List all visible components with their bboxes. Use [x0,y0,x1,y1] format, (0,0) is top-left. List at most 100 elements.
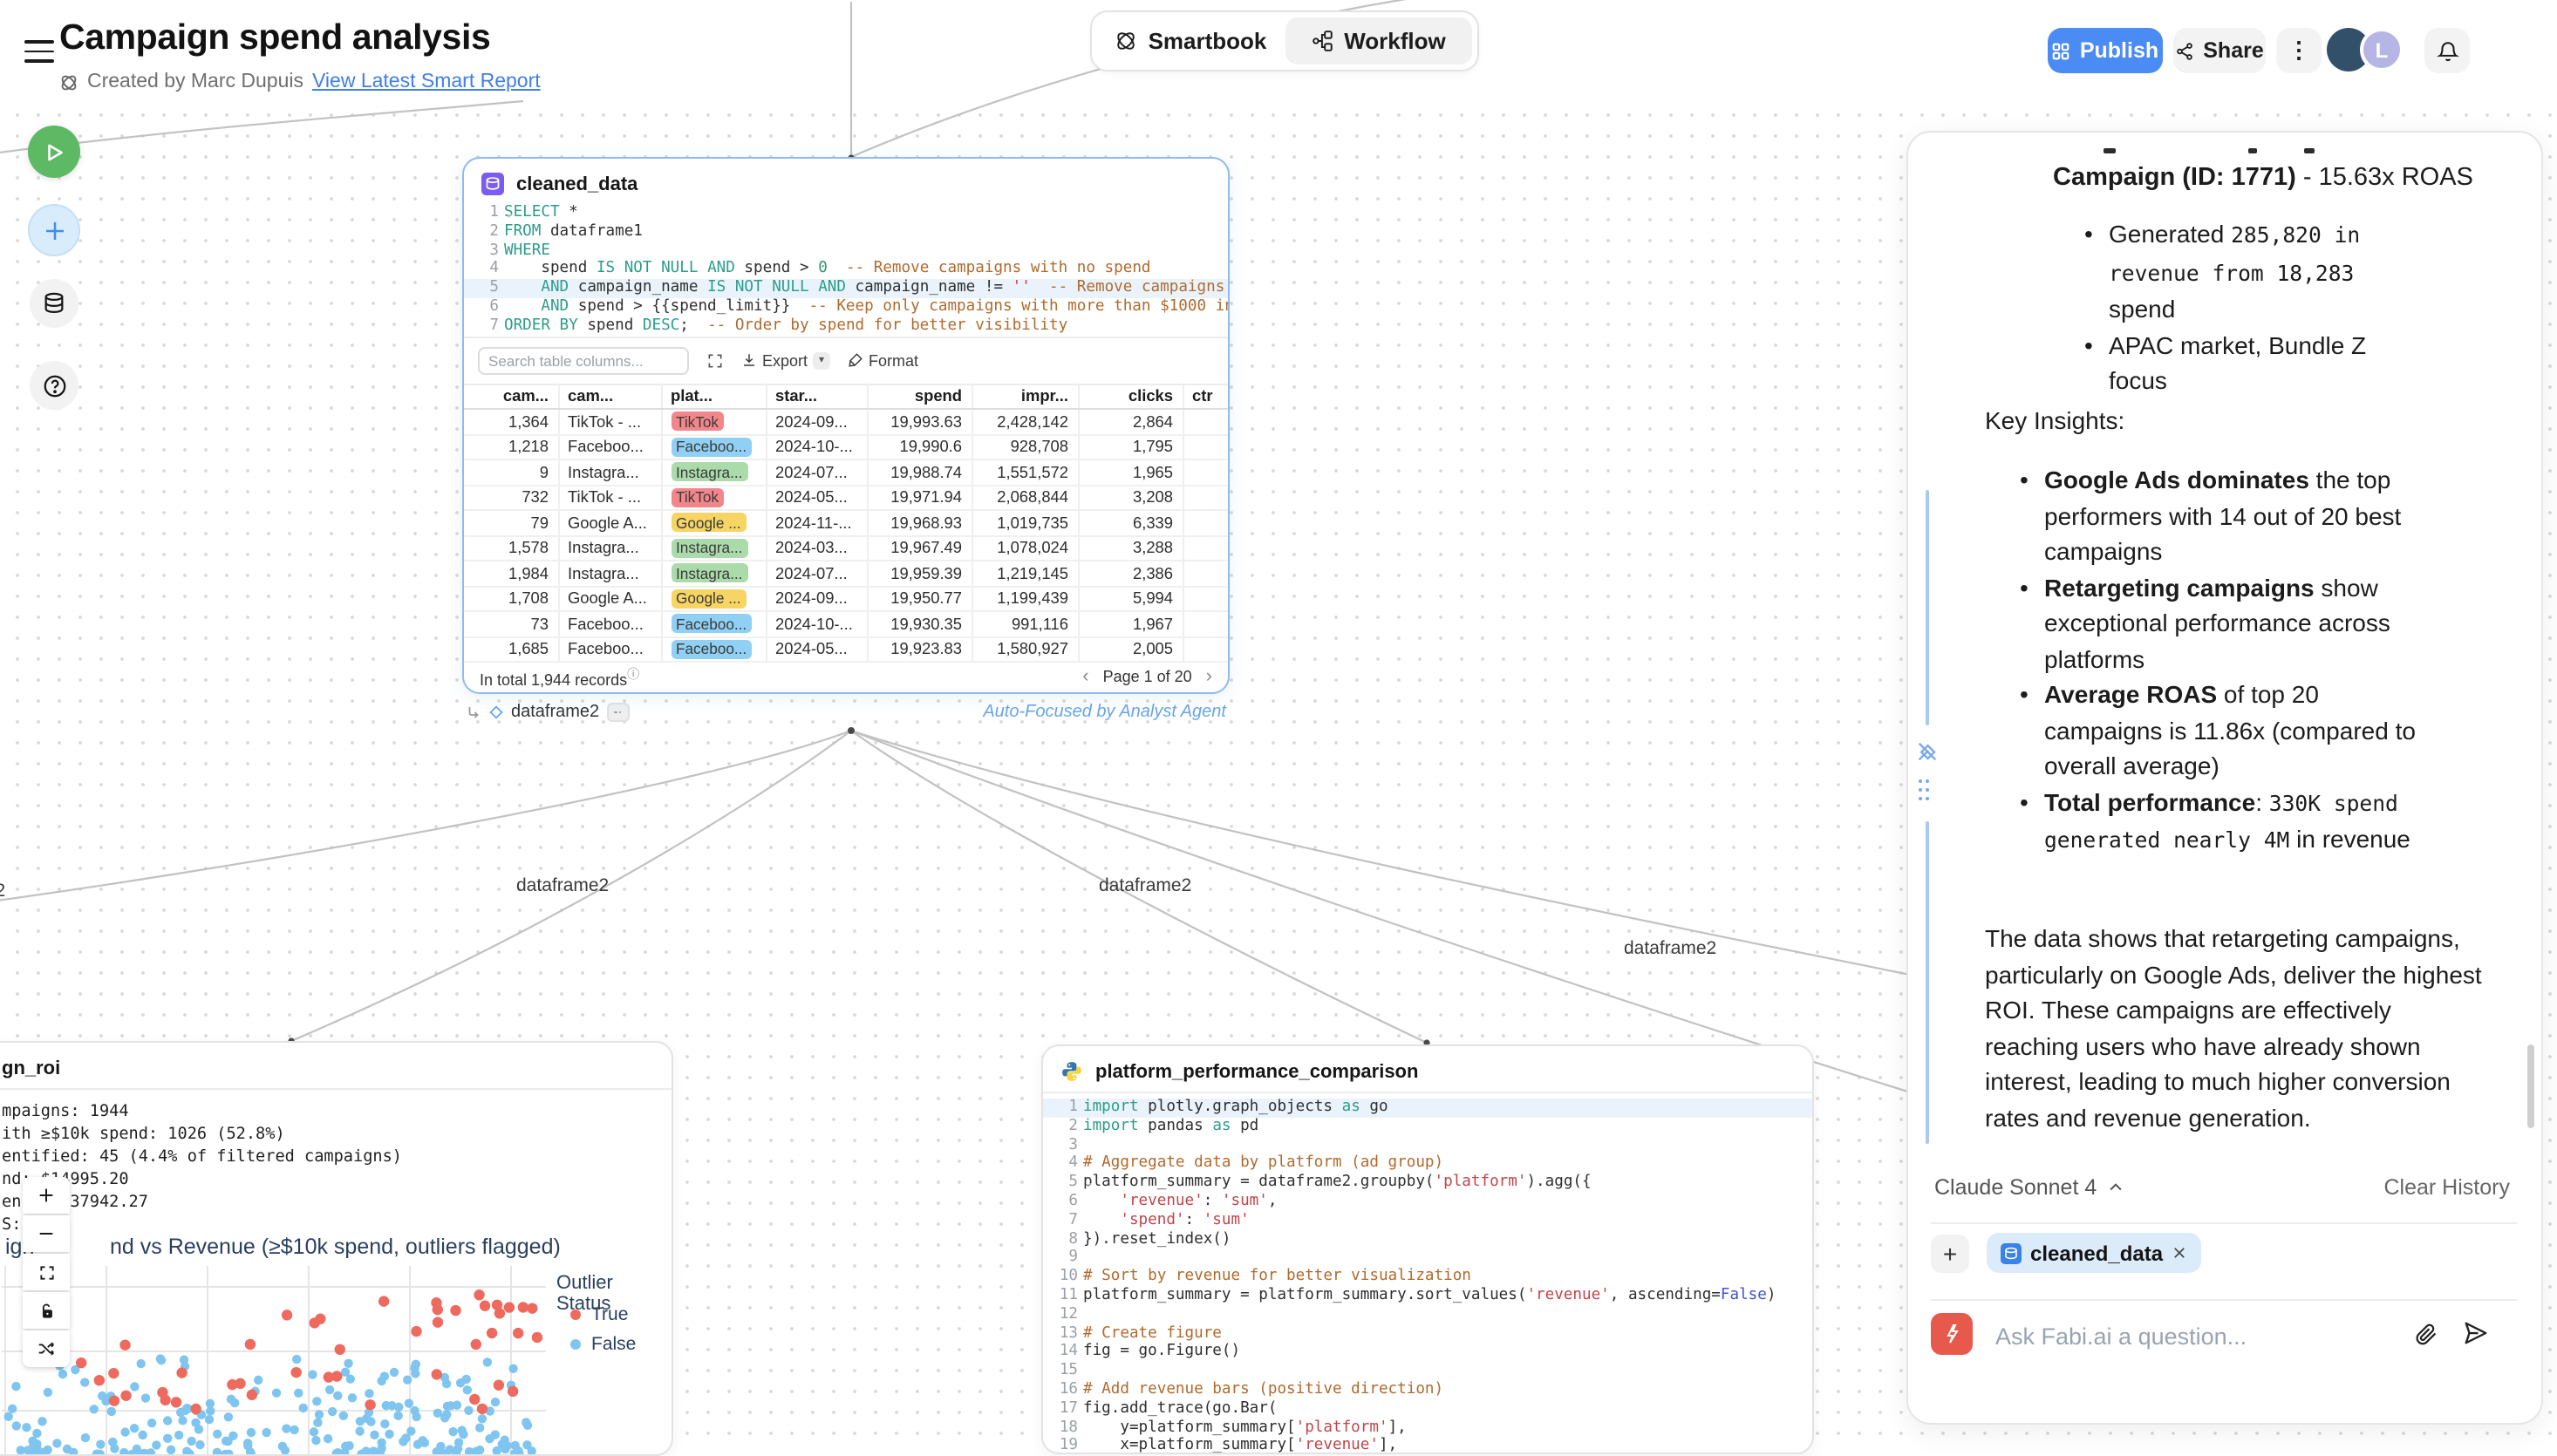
table-cell: Instagra... [558,561,661,586]
format-button[interactable]: Format [848,351,918,369]
info-icon[interactable]: ⓘ [627,669,639,681]
avatar-user-letter[interactable]: L [2360,28,2404,71]
code-line[interactable]: 7ORDER BY spend DESC; -- Order by spend … [464,317,1228,337]
table-row[interactable]: 1,685Faceboo...Faceboo...2024-05...19,92… [464,636,1230,662]
code-line[interactable]: 2FROM dataframe1 [464,223,1228,242]
code-line[interactable]: 15 [1043,1362,1812,1381]
next-page-button[interactable]: › [1206,666,1212,687]
clear-history-button[interactable]: Clear History [2384,1175,2511,1200]
add-context-button[interactable]: + [1931,1235,1969,1273]
code-line[interactable]: 5 AND campaign_name IS NOT NULL AND camp… [464,279,1228,298]
chat-input[interactable]: Ask Fabi.ai a question... [1995,1323,2247,1350]
zoom-out-button[interactable] [23,1215,70,1252]
code-line[interactable]: 1import plotly.graph_objects as go [1043,1099,1812,1118]
table-row[interactable]: 9Instagra...Instagra...2024-07...19,988.… [464,459,1230,485]
share-button[interactable]: Share [2173,28,2266,73]
summary-paragraph: The data shows that retargeting campaign… [1985,921,2482,1135]
scatter-plot[interactable] [2,1266,605,1456]
help-button[interactable] [30,361,78,410]
output-dataframe-label[interactable]: dataframe2 [511,703,599,722]
code-line[interactable]: 2import pandas as pd [1043,1118,1812,1137]
cell-drag-handle[interactable] [1919,779,1933,806]
fullscreen-button[interactable] [23,1254,70,1290]
table-footer: In total 1,944 recordsⓘ ‹ Page 1 of 20 › [464,663,1228,691]
code-line[interactable]: 7 'spend': 'sum' [1043,1212,1812,1231]
column-header[interactable]: spend [867,384,972,409]
code-line[interactable]: 14fig = go.Figure() [1043,1344,1812,1363]
node-campaign-roi[interactable]: gn_roi mpaigns: 1944ith ≥$10k spend: 102… [0,1041,673,1456]
code-line[interactable]: 16# Add revenue bars (positive direction… [1043,1381,1812,1400]
more-options-button[interactable]: ⋮ [2276,28,2322,73]
lock-button[interactable] [23,1292,70,1329]
node-cleaned-data[interactable]: cleaned_data 1⌄SELECT *2FROM dataframe13… [462,157,1230,694]
table-row[interactable]: 1,218Faceboo...Faceboo...2024-10-...19,9… [464,434,1230,459]
table-row[interactable]: 73Faceboo...Faceboo...2024-10-...19,930.… [464,611,1230,636]
smartbook-cell-icon[interactable] [1915,739,1940,764]
menu-icon[interactable] [24,40,54,63]
table-cell: 1,708 [464,586,558,611]
code-line[interactable]: 6 'revenue': 'sum', [1043,1193,1812,1212]
attach-icon[interactable] [2414,1322,2438,1346]
node-platform-performance-comparison[interactable]: platform_performance_comparison 1import … [1041,1044,1814,1454]
fit-view-icon[interactable] [706,351,724,369]
prev-page-button[interactable]: ‹ [1082,666,1088,687]
edge-label-dataframe2-1: dataframe2 [516,875,609,896]
result-table[interactable]: cam...cam...plat...star...spendimpr...cl… [464,383,1230,663]
column-header[interactable]: cam... [464,384,558,409]
table-row[interactable]: 1,708Google A...Google ...2024-09...19,9… [464,586,1230,611]
zoom-in-button[interactable] [23,1177,70,1214]
notifications-button[interactable] [2424,28,2470,73]
run-workflow-button[interactable] [28,126,80,178]
column-header[interactable]: plat... [661,384,766,409]
add-node-button[interactable] [28,204,80,256]
column-header[interactable]: cam... [558,384,661,409]
table-row[interactable]: 79Google A...Google ...2024-11-...19,968… [464,510,1230,535]
shuffle-button[interactable] [23,1330,70,1367]
table-row[interactable]: 1,578Instagra...Instagra...2024-03...19,… [464,535,1230,561]
column-header[interactable]: ctr [1183,384,1230,409]
code-line[interactable]: 5⌄platform_summary = dataframe2.groupby(… [1043,1174,1812,1193]
panel-scrollbar-thumb[interactable] [2526,1044,2534,1128]
export-button[interactable]: Export ▾ [741,351,830,369]
tab-workflow[interactable]: Workflow [1285,17,1472,65]
chevron-up-icon [2107,1179,2124,1196]
code-line[interactable]: 18 y=platform_summary['platform'], [1043,1419,1812,1438]
table-row[interactable]: 1,364TikTok - ...TikTok2024-09...19,993.… [464,409,1230,434]
send-icon[interactable] [2463,1320,2489,1346]
code-line[interactable]: 4 spend IS NOT NULL AND spend > 0 -- Rem… [464,261,1228,280]
model-selector[interactable]: Claude Sonnet 4 [1934,1175,2124,1200]
column-header[interactable]: impr... [972,384,1078,409]
context-chip-cleaned-data[interactable]: cleaned_data [1987,1233,2201,1273]
code-line[interactable]: 3WHERE [464,242,1228,261]
legend-item-true[interactable]: True [570,1304,628,1325]
code-line[interactable]: 11platform_summary = platform_summary.so… [1043,1287,1812,1306]
search-table-columns-input[interactable]: Search table columns... [478,346,689,374]
table-row[interactable]: 732TikTok - ...TikTok2024-05...19,971.94… [464,485,1230,510]
column-header[interactable]: clicks [1078,384,1183,409]
export-label: Export [762,351,808,369]
code-line[interactable]: 3 [1043,1136,1812,1155]
code-line[interactable]: 9 [1043,1249,1812,1269]
data-sources-button[interactable] [30,279,78,328]
publish-button[interactable]: Publish [2048,28,2163,73]
tab-smartbook[interactable]: Smartbook [1097,17,1285,65]
sql-code-editor[interactable]: 1⌄SELECT *2FROM dataframe13WHERE4 spend … [464,204,1228,336]
table-cell: 1,984 [464,561,558,586]
code-line[interactable]: 13# Create figure [1043,1324,1812,1344]
code-line[interactable]: 6 AND spend > {{spend_limit}} -- Keep on… [464,298,1228,317]
code-line[interactable]: 8}).reset_index() [1043,1230,1812,1249]
output-drag-handle[interactable] [606,703,629,722]
export-chevron[interactable]: ▾ [813,351,830,369]
code-line[interactable]: 17fig.add_trace(go.Bar( [1043,1400,1812,1419]
code-line[interactable]: 10# Sort by revenue for better visualiza… [1043,1268,1812,1287]
remove-chip-icon[interactable] [2172,1245,2187,1261]
code-line[interactable]: 1⌄SELECT * [464,204,1228,223]
table-row[interactable]: 1,984Instagra...Instagra...2024-07...19,… [464,561,1230,586]
column-header[interactable]: star... [766,384,867,409]
legend-item-false[interactable]: False [570,1334,636,1355]
table-cell: Instagra... [661,459,766,485]
view-latest-smart-report-link[interactable]: View Latest Smart Report [312,71,541,92]
code-line[interactable]: 4# Aggregate data by platform (ad group) [1043,1155,1812,1174]
python-code-editor[interactable]: 1import plotly.graph_objects as go2impor… [1043,1099,1812,1454]
code-line[interactable]: 12 [1043,1306,1812,1325]
